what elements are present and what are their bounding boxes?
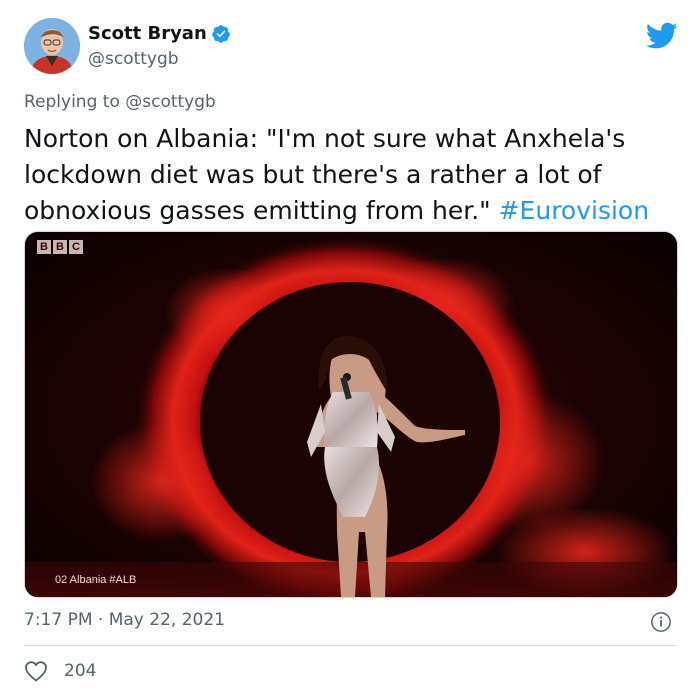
bbc-logo-letter: B bbox=[53, 240, 67, 254]
replying-to-line: Replying to @scottygb bbox=[24, 92, 216, 112]
tweet-timestamp[interactable]: 7:17 PM · May 22, 2021 bbox=[24, 610, 225, 630]
author-handle[interactable]: @scottygb bbox=[88, 49, 179, 69]
media-caption: 02 Albania #ALB bbox=[55, 574, 137, 586]
verified-badge-icon bbox=[212, 24, 230, 43]
bbc-logo: B B C bbox=[37, 240, 83, 254]
avatar[interactable] bbox=[24, 18, 80, 74]
hashtag-link[interactable]: #Eurovision bbox=[499, 196, 649, 225]
bbc-logo-letter: B bbox=[37, 240, 51, 254]
tweet-header: Scott Bryan @scottygb bbox=[24, 18, 678, 78]
author-display-name[interactable]: Scott Bryan bbox=[88, 23, 207, 44]
like-action[interactable]: 204 bbox=[24, 660, 96, 682]
replying-to-label: Replying to bbox=[24, 92, 120, 112]
like-count: 204 bbox=[64, 661, 97, 681]
info-icon[interactable] bbox=[650, 611, 672, 633]
heart-icon[interactable] bbox=[24, 660, 48, 682]
bbc-logo-letter: C bbox=[69, 240, 83, 254]
tweet-media-image[interactable]: B B C 02 Albania #ALB bbox=[24, 231, 678, 598]
reply-mention-link[interactable]: @scottygb bbox=[125, 92, 216, 112]
twitter-bird-icon[interactable] bbox=[646, 22, 678, 50]
performance-photo bbox=[25, 232, 677, 597]
tweet-text: Norton on Albania: "I'm not sure what An… bbox=[24, 121, 674, 229]
divider bbox=[24, 645, 676, 646]
author-name-row[interactable]: Scott Bryan bbox=[88, 23, 231, 44]
